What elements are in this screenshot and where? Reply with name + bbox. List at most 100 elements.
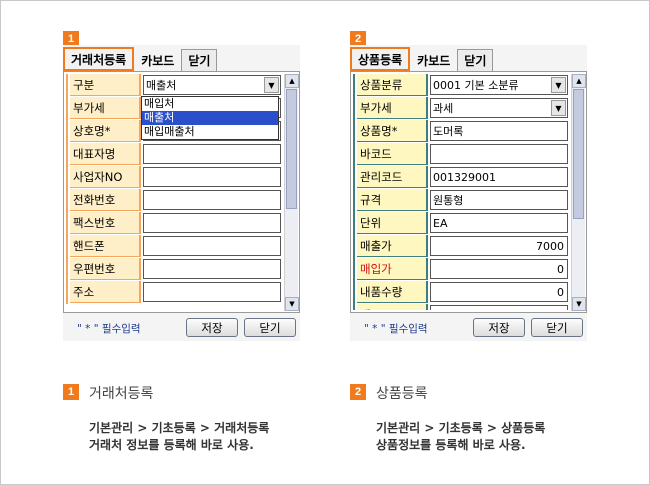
field-label: 매입가 xyxy=(357,258,428,280)
field-label: 팩스번호 xyxy=(70,212,141,234)
dropdown-option[interactable]: 매입처 xyxy=(142,97,278,111)
input-field[interactable]: 0 xyxy=(430,259,568,279)
field-value: 과세 xyxy=(433,102,454,115)
field-label: 내품수량 xyxy=(357,281,428,303)
form-row: 핸드폰 xyxy=(66,235,283,258)
field-label: 상품분류 xyxy=(357,74,428,96)
tab-keyboard[interactable]: 카보드 xyxy=(135,49,180,71)
input-field[interactable]: 원통형 xyxy=(430,190,568,210)
field-value: 도머록 xyxy=(433,125,464,138)
scroll-thumb[interactable] xyxy=(573,89,584,219)
form-row: 매입가 0 xyxy=(353,258,570,281)
close-button[interactable]: 닫기 xyxy=(244,318,296,337)
panel1-window: 거래처등록 카보드 닫기 구분 매출처 ▼ 부가세 상호명* 대표자명 사업자NO 전화번호 팩… xyxy=(63,45,300,341)
caption1-badge: 1 xyxy=(63,384,79,400)
save-button[interactable]: 저장 xyxy=(473,318,525,337)
input-field[interactable]: 0 xyxy=(430,282,568,302)
field-label: 전화번호 xyxy=(70,189,141,211)
form-row: 메모 xyxy=(353,304,570,310)
form-row: 사업자NO xyxy=(66,166,283,189)
form-row: 구분 매출처 ▼ xyxy=(66,74,283,97)
input-field[interactable] xyxy=(143,167,281,187)
tab-close[interactable]: 닫기 xyxy=(457,49,494,71)
caption1-path: 기본관리 > 기초등록 > 거래처등록 xyxy=(89,421,270,435)
field-value: EA xyxy=(433,216,448,230)
scroll-up-icon[interactable]: ▲ xyxy=(285,74,299,88)
form-row: 단위 EA xyxy=(353,212,570,235)
form-row: 대표자명 xyxy=(66,143,283,166)
input-field[interactable]: 7000 xyxy=(430,236,568,256)
scroll-down-icon[interactable]: ▼ xyxy=(572,297,586,311)
caption2-path: 기본관리 > 기초등록 > 상품등록 xyxy=(376,421,546,435)
form-row: 규격 원통형 xyxy=(353,189,570,212)
form-row: 우편번호 xyxy=(66,258,283,281)
scroll-up-icon[interactable]: ▲ xyxy=(572,74,586,88)
field-value: 원통형 xyxy=(433,194,464,207)
form-row: 바코드 xyxy=(353,143,570,166)
input-field[interactable]: 도머록 xyxy=(430,121,568,141)
dropdown-option[interactable]: 매입매출처 xyxy=(142,125,278,139)
form-row: 주소 xyxy=(66,281,283,304)
form-row: 팩스번호 xyxy=(66,212,283,235)
input-field[interactable] xyxy=(143,213,281,233)
field-label: 매출가 xyxy=(357,235,428,257)
input-field[interactable] xyxy=(143,282,281,302)
tab-close[interactable]: 닫기 xyxy=(181,49,218,71)
field-label: 부가세 xyxy=(70,97,141,119)
chevron-down-icon[interactable]: ▼ xyxy=(264,77,279,93)
field-value: 001329001 xyxy=(433,170,496,184)
panel2-scrollbar[interactable]: ▲ ▼ xyxy=(571,74,586,311)
field-value: 매출처 xyxy=(146,79,177,92)
scroll-down-icon[interactable]: ▼ xyxy=(285,297,299,311)
form-row: 매출가 7000 xyxy=(353,235,570,258)
input-field[interactable] xyxy=(143,190,281,210)
field-label: 구분 xyxy=(70,74,141,96)
form-row: 내품수량 0 xyxy=(353,281,570,304)
input-field[interactable] xyxy=(430,305,568,310)
panel1-scrollbar[interactable]: ▲ ▼ xyxy=(284,74,299,311)
panel1-tabbar: 거래처등록 카보드 닫기 xyxy=(63,45,218,71)
chevron-down-icon[interactable]: ▼ xyxy=(551,77,566,93)
field-value: 0 xyxy=(557,262,564,276)
input-field[interactable]: EA xyxy=(430,213,568,233)
input-field[interactable] xyxy=(430,144,568,164)
field-value: 7000 xyxy=(536,239,564,253)
form-row: 전화번호 xyxy=(66,189,283,212)
panel2-rows: 상품분류 0001 기본 소분류 ▼ 부가세 과세 ▼ 상품명* 도머록 바코드 관리코드 0013… xyxy=(353,74,570,310)
field-label: 핸드폰 xyxy=(70,235,141,257)
panel2-window: 상품등록 카보드 닫기 상품분류 0001 기본 소분류 ▼ 부가세 과세 ▼ 상품명* 도머… xyxy=(350,45,587,341)
caption1-desc: 거래처 정보를 등록해 바로 사용. xyxy=(89,438,254,452)
field-label: 규격 xyxy=(357,189,428,211)
input-field[interactable]: 001329001 xyxy=(430,167,568,187)
panel2-form: 상품분류 0001 기본 소분류 ▼ 부가세 과세 ▼ 상품명* 도머록 바코드 관리코드 0013… xyxy=(350,71,587,313)
chevron-down-icon[interactable]: ▼ xyxy=(551,100,566,116)
panel1-footer: " * " 필수입력 저장 닫기 xyxy=(63,313,300,341)
required-note: " * " 필수입력 xyxy=(77,323,141,335)
input-field[interactable] xyxy=(143,144,281,164)
field-label: 대표자명 xyxy=(70,143,141,165)
field-label: 상호명* xyxy=(70,120,141,142)
input-field[interactable] xyxy=(143,259,281,279)
field-label: 관리코드 xyxy=(357,166,428,188)
form-row: 상품분류 0001 기본 소분류 ▼ xyxy=(353,74,570,97)
panel1-form: 구분 매출처 ▼ 부가세 상호명* 대표자명 사업자NO 전화번호 팩스번호 핸드폰 우편번호 주소 매… xyxy=(63,71,300,313)
save-button[interactable]: 저장 xyxy=(186,318,238,337)
panel2-tabbar: 상품등록 카보드 닫기 xyxy=(350,45,494,71)
dropdown-option[interactable]: 매출처 xyxy=(142,111,278,125)
close-button[interactable]: 닫기 xyxy=(531,318,583,337)
field-label: 우편번호 xyxy=(70,258,141,280)
tab-keyboard[interactable]: 카보드 xyxy=(411,49,456,71)
field-label: 주소 xyxy=(70,281,141,303)
field-label: 단위 xyxy=(357,212,428,234)
field-label: 메모 xyxy=(357,304,428,310)
form-row: 상품명* 도머록 xyxy=(353,120,570,143)
dropdown-list[interactable]: 매입처 매출처 매입매출처 xyxy=(141,96,279,140)
select-field[interactable]: 0001 기본 소분류 ▼ xyxy=(430,75,568,95)
select-field[interactable]: 매출처 ▼ xyxy=(143,75,281,95)
select-field[interactable]: 과세 ▼ xyxy=(430,98,568,118)
tab-customer-register[interactable]: 거래처등록 xyxy=(63,47,135,71)
tab-product-register[interactable]: 상품등록 xyxy=(350,47,411,71)
scroll-thumb[interactable] xyxy=(286,89,297,209)
input-field[interactable] xyxy=(143,236,281,256)
field-label: 상품명* xyxy=(357,120,428,142)
